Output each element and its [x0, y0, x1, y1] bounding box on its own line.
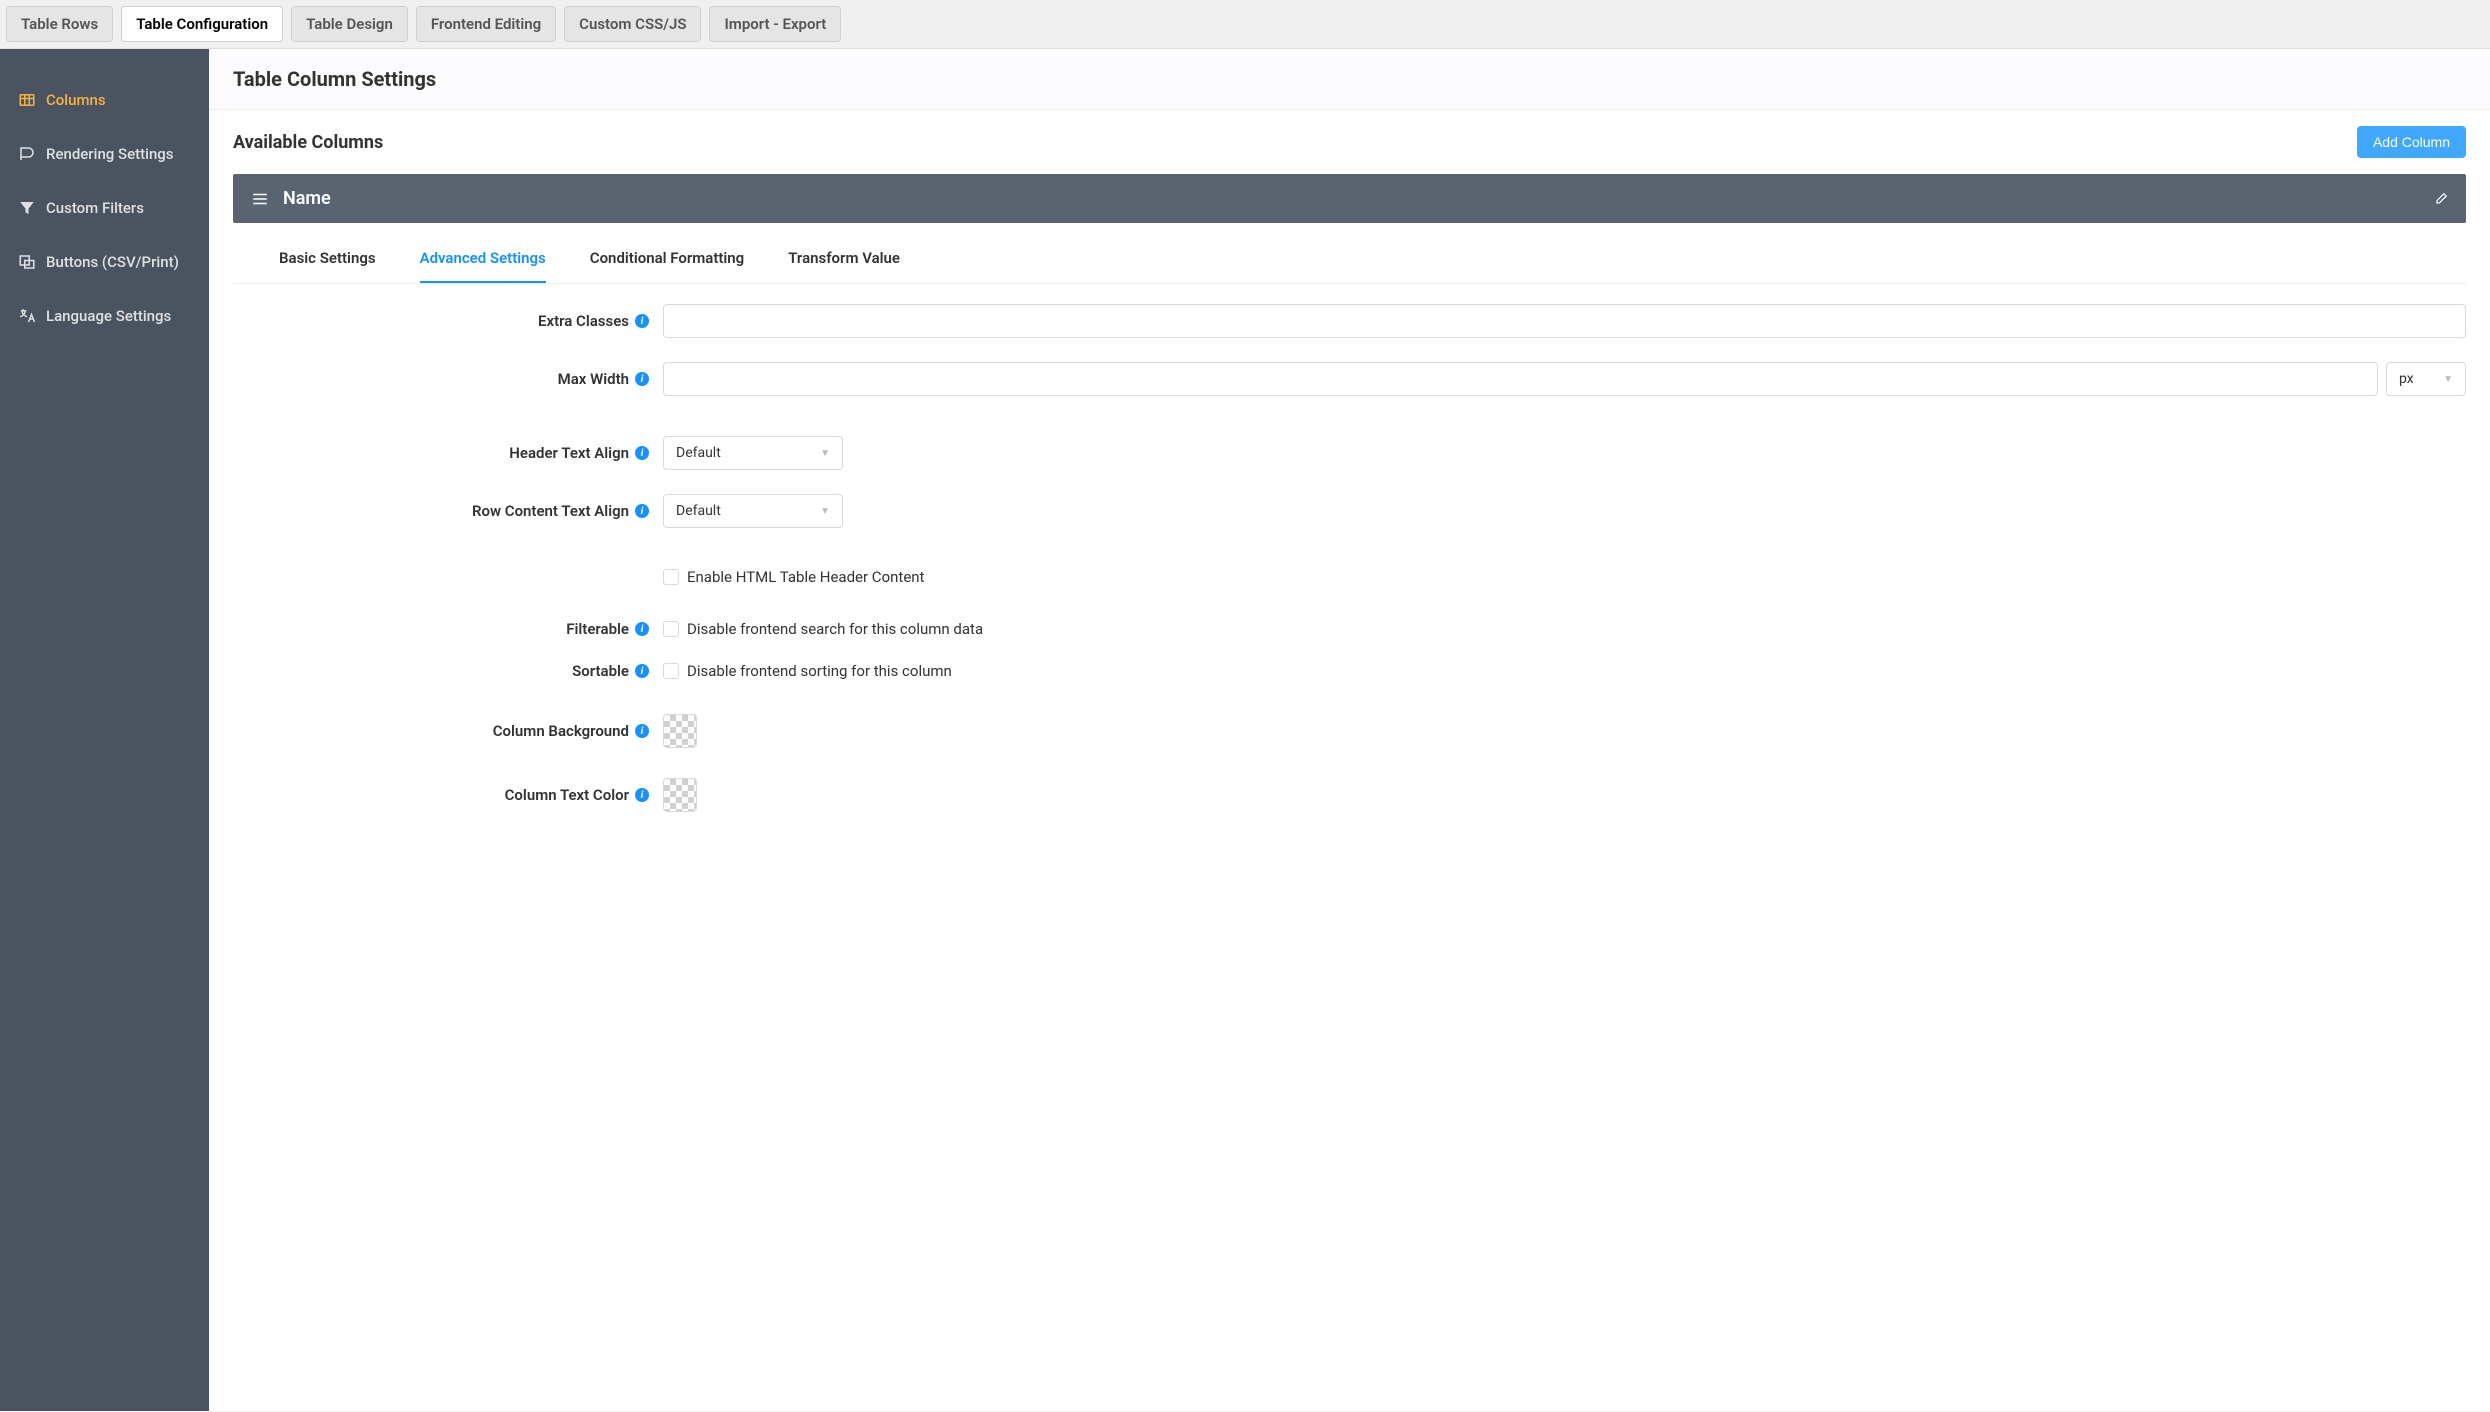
- inner-tab-transform[interactable]: Transform Value: [788, 249, 900, 283]
- info-icon[interactable]: i: [635, 372, 649, 386]
- filterable-label: Filterable: [566, 620, 629, 638]
- inner-tab-advanced[interactable]: Advanced Settings: [420, 249, 546, 283]
- info-icon[interactable]: i: [635, 504, 649, 518]
- row-align-value: Default: [676, 503, 721, 519]
- top-tabs: Table Rows Table Configuration Table Des…: [0, 0, 2490, 49]
- max-width-unit-select[interactable]: px ▼: [2386, 362, 2466, 396]
- column-color-label: Column Text Color: [505, 786, 629, 804]
- info-icon[interactable]: i: [635, 622, 649, 636]
- inner-tab-conditional[interactable]: Conditional Formatting: [590, 249, 744, 283]
- export-icon: [18, 253, 36, 271]
- main-content: Table Column Settings Available Columns …: [209, 49, 2490, 1411]
- tab-import-export[interactable]: Import - Export: [709, 6, 841, 42]
- language-icon: [18, 307, 36, 325]
- max-width-input[interactable]: [663, 362, 2378, 396]
- sidebar-item-columns[interactable]: Columns: [0, 73, 209, 127]
- sidebar-item-label: Custom Filters: [46, 199, 144, 217]
- render-icon: [18, 145, 36, 163]
- tab-table-design[interactable]: Table Design: [291, 6, 408, 42]
- inner-tab-basic[interactable]: Basic Settings: [279, 249, 376, 283]
- header-align-label: Header Text Align: [509, 444, 629, 462]
- chevron-down-icon: ▼: [820, 506, 830, 517]
- inner-tabs: Basic Settings Advanced Settings Conditi…: [233, 249, 2466, 284]
- edit-icon[interactable]: [2434, 192, 2448, 206]
- enable-html-checkbox[interactable]: [663, 569, 679, 585]
- sidebar-item-label: Language Settings: [46, 307, 171, 325]
- extra-classes-label: Extra Classes: [538, 312, 629, 330]
- sortable-checkbox[interactable]: [663, 663, 679, 679]
- tab-custom-css-js[interactable]: Custom CSS/JS: [564, 6, 701, 42]
- column-header-bar[interactable]: Name: [233, 174, 2466, 223]
- chevron-down-icon: ▼: [820, 448, 830, 459]
- enable-html-label: Enable HTML Table Header Content: [687, 568, 924, 586]
- row-align-select[interactable]: Default ▼: [663, 494, 843, 528]
- max-width-label: Max Width: [558, 370, 629, 388]
- row-align-label: Row Content Text Align: [472, 502, 629, 520]
- header-align-select[interactable]: Default ▼: [663, 436, 843, 470]
- info-icon[interactable]: i: [635, 446, 649, 460]
- page-title: Table Column Settings: [209, 49, 2490, 110]
- tab-table-configuration[interactable]: Table Configuration: [121, 6, 283, 42]
- sidebar-item-filters[interactable]: Custom Filters: [0, 181, 209, 235]
- unit-value: px: [2399, 371, 2414, 387]
- sidebar-item-label: Columns: [46, 91, 106, 109]
- sidebar-item-label: Rendering Settings: [46, 145, 174, 163]
- info-icon[interactable]: i: [635, 664, 649, 678]
- sortable-label: Sortable: [572, 662, 629, 680]
- column-text-color-picker[interactable]: [663, 778, 697, 812]
- header-align-value: Default: [676, 445, 721, 461]
- tab-table-rows[interactable]: Table Rows: [6, 6, 113, 42]
- table-icon: [18, 91, 36, 109]
- column-name: Name: [283, 188, 331, 209]
- sidebar-item-language[interactable]: Language Settings: [0, 289, 209, 343]
- drag-handle-icon[interactable]: [251, 190, 269, 208]
- advanced-settings-form: Extra Classes i Max Width i px ▼: [209, 284, 2490, 876]
- chevron-down-icon: ▼: [2443, 374, 2453, 385]
- section-title: Available Columns: [233, 132, 383, 153]
- info-icon[interactable]: i: [635, 724, 649, 738]
- extra-classes-input[interactable]: [663, 304, 2466, 338]
- tab-frontend-editing[interactable]: Frontend Editing: [416, 6, 556, 42]
- sidebar-item-label: Buttons (CSV/Print): [46, 253, 179, 271]
- info-icon[interactable]: i: [635, 314, 649, 328]
- filterable-checkbox[interactable]: [663, 621, 679, 637]
- column-bg-label: Column Background: [493, 722, 629, 740]
- filter-icon: [18, 199, 36, 217]
- sidebar: Columns Rendering Settings Custom Filter…: [0, 49, 209, 1411]
- add-column-button[interactable]: Add Column: [2357, 126, 2466, 158]
- sidebar-item-rendering[interactable]: Rendering Settings: [0, 127, 209, 181]
- filterable-check-label: Disable frontend search for this column …: [687, 620, 983, 638]
- sortable-check-label: Disable frontend sorting for this column: [687, 662, 952, 680]
- info-icon[interactable]: i: [635, 788, 649, 802]
- column-bg-color-picker[interactable]: [663, 714, 697, 748]
- sidebar-item-buttons[interactable]: Buttons (CSV/Print): [0, 235, 209, 289]
